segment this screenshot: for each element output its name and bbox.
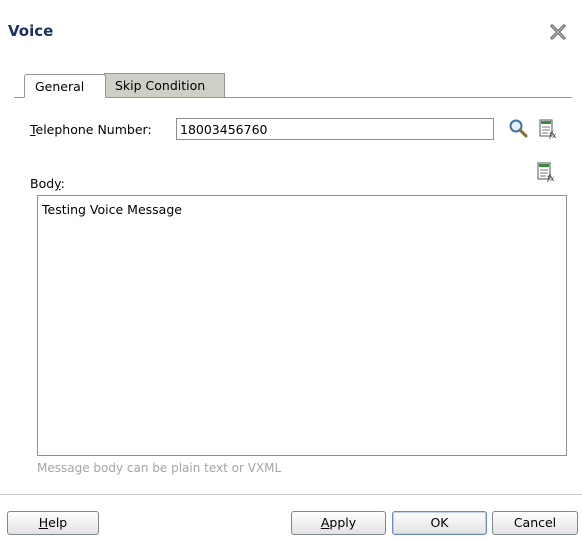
tab-general[interactable]: General bbox=[24, 74, 106, 98]
body-expression-builder-icon[interactable]: fx bbox=[536, 162, 556, 182]
apply-label: pply bbox=[329, 515, 357, 530]
footer-divider bbox=[0, 494, 582, 495]
body-label-prefix: Bod bbox=[30, 176, 55, 191]
dialog-title: Voice bbox=[8, 22, 54, 40]
close-icon[interactable] bbox=[548, 22, 568, 42]
cancel-button[interactable]: Cancel bbox=[492, 511, 578, 535]
body-label: Body: bbox=[30, 176, 65, 191]
telephone-number-label: Telephone Number: bbox=[30, 122, 152, 137]
svg-text:fx: fx bbox=[548, 131, 557, 139]
voice-dialog: Voice General Skip Condition Telephone N… bbox=[0, 0, 582, 540]
search-icon[interactable] bbox=[508, 118, 528, 138]
expression-builder-icon[interactable]: fx bbox=[538, 119, 558, 139]
body-textarea[interactable]: Testing Voice Message bbox=[37, 195, 567, 456]
tab-skip-condition[interactable]: Skip Condition bbox=[104, 73, 225, 97]
help-label: elp bbox=[48, 515, 68, 530]
apply-button[interactable]: Apply bbox=[291, 511, 386, 535]
body-hint-text: Message body can be plain text or VXML bbox=[37, 461, 282, 475]
help-button[interactable]: Help bbox=[7, 511, 99, 535]
telephone-number-input[interactable] bbox=[176, 118, 494, 140]
ok-button[interactable]: OK bbox=[392, 511, 487, 535]
help-mnemonic: H bbox=[38, 515, 49, 530]
body-label-suffix: : bbox=[60, 176, 65, 191]
svg-text:fx: fx bbox=[546, 174, 555, 182]
telephone-label-text: elephone Number: bbox=[35, 122, 152, 137]
